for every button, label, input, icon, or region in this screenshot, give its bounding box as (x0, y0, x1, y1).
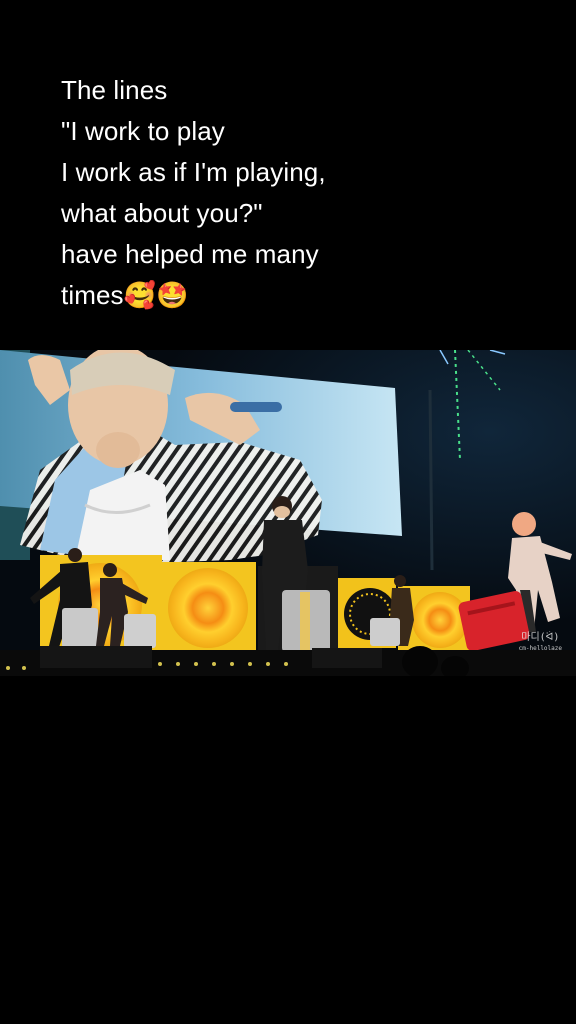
caption-line-2: "I work to play (61, 116, 225, 146)
caption-line-5: have helped me many (61, 239, 319, 269)
concert-video-frame[interactable] (0, 350, 576, 676)
watermark-main: 마디(ᐛ) (521, 632, 560, 643)
caption-line-3: I work as if I'm playing, (61, 157, 326, 187)
caption-line-4: what about you?" (61, 198, 263, 228)
watermark-sub: cm-hellolaze (518, 645, 562, 652)
caption-text: The lines "I work to play I work as if I… (61, 70, 541, 316)
caption-line-6: times🥰🤩 (61, 280, 189, 310)
concert-stage-image (0, 350, 576, 676)
video-watermark: 마디(ᐛ) cm-hellolaze (519, 632, 562, 654)
caption-line-1: The lines (61, 75, 168, 105)
